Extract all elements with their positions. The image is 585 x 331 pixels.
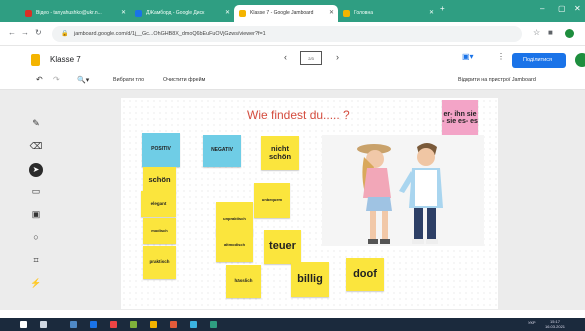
app-icon[interactable] [210, 321, 217, 328]
avatar[interactable] [575, 53, 585, 67]
close-icon[interactable]: ✕ [225, 9, 230, 16]
minimize-icon[interactable]: – [540, 4, 544, 13]
redo-icon[interactable]: ↷ [53, 75, 60, 84]
new-tab-icon[interactable]: + [440, 4, 445, 13]
sticky-note-icon[interactable]: ▭ [27, 186, 45, 202]
bookmark-star-icon[interactable]: ☆ [533, 28, 540, 37]
next-frame-icon[interactable]: › [336, 52, 339, 62]
edge-browser-icon[interactable] [90, 321, 97, 328]
profile-icon[interactable] [565, 29, 574, 38]
sticky-note-altmodisch[interactable]: altmodisch [216, 228, 253, 262]
document-title[interactable]: Klasse 7 [50, 55, 81, 64]
sticky-note-teuer[interactable]: teuer [264, 230, 301, 264]
tab-title: Відео - tanyahushko@ukr.n... [36, 10, 102, 16]
sticky-note-elegant[interactable]: elegant [141, 191, 176, 217]
sticky-note-billig[interactable]: billig [291, 262, 329, 297]
close-icon[interactable]: ✕ [329, 9, 334, 16]
chrome-icon[interactable] [150, 321, 157, 328]
sticky-note-haesslich[interactable]: hässlich [226, 265, 261, 298]
eraser-icon[interactable]: ⌫ [27, 141, 45, 157]
app-icon[interactable] [110, 321, 117, 328]
clear-frame-button[interactable]: Очистити фрейм [163, 77, 205, 83]
browser-tab[interactable]: Відео - tanyahushko@ukr.n... ✕ [20, 5, 130, 22]
reload-icon[interactable]: ↻ [35, 28, 42, 37]
share-button[interactable]: Поділитися [512, 53, 566, 68]
sticky-note-praktisch[interactable]: praktisch [143, 246, 176, 279]
app-icon[interactable] [170, 321, 177, 328]
clock-date[interactable]: 16.03.2021 [545, 324, 565, 329]
close-icon[interactable]: ✕ [121, 9, 126, 16]
tab-title: Klasse 7 - Google Jamboard [250, 10, 314, 16]
pen-icon[interactable]: ✎ [27, 118, 45, 134]
teenagers-photo[interactable] [322, 135, 484, 246]
teenagers-illustration [322, 135, 484, 246]
meet-icon[interactable]: ▣▾ [462, 52, 474, 61]
close-icon[interactable]: ✕ [429, 9, 434, 16]
drive-favicon-icon [135, 10, 142, 17]
jam-toolbar: ↶ ↷ 🔍▾ Вибрати тло Очистити фрейм Відкри… [0, 73, 585, 90]
sticky-note-doof[interactable]: doof [346, 258, 384, 291]
app-icon[interactable] [130, 321, 137, 328]
undo-icon[interactable]: ↶ [36, 75, 43, 84]
sticky-note-nicht-schoen[interactable]: nicht schön [261, 136, 299, 170]
language-indicator[interactable]: УКР [528, 320, 536, 325]
sticky-note-modisch[interactable]: modisch [143, 218, 176, 244]
lock-icon: 🔒 [61, 31, 69, 37]
back-icon[interactable]: ← [8, 28, 16, 37]
image-icon[interactable]: ▣ [27, 209, 45, 225]
home-favicon-icon [343, 10, 350, 17]
set-background-button[interactable]: Вибрати тло [113, 77, 144, 83]
forward-icon[interactable]: → [21, 28, 29, 37]
tab-title: Головна [354, 10, 373, 16]
open-on-device-link[interactable]: Відкрити на пристрої Jamboard [458, 77, 536, 83]
browser-tab[interactable]: ДЖамборд - Google Диск ✕ [130, 5, 234, 22]
url-text: jamboard.google.com/d/1j__Gc...OhGHB8X_d… [74, 31, 266, 37]
zoom-icon[interactable]: 🔍▾ [77, 76, 89, 84]
jamboard-logo-icon[interactable] [31, 54, 40, 66]
app-icon[interactable] [190, 321, 197, 328]
text-box-icon[interactable]: ⌗ [27, 255, 45, 271]
jamboard-favicon-icon [239, 10, 246, 17]
tool-sidebar: ✎ ⌫ ➤ ▭ ▣ ○ ⌗ ⚡ [27, 118, 45, 292]
close-window-icon[interactable]: ✕ [574, 4, 581, 13]
sticky-note-schoen[interactable]: schön [143, 167, 176, 193]
os-taskbar: УКР 15:17 16.03.2021 [0, 318, 585, 331]
board-heading[interactable]: Wie findest du..... ? [247, 108, 350, 122]
laser-icon[interactable]: ⚡ [27, 278, 45, 294]
sticky-note-unbequem[interactable]: unbequem [254, 183, 290, 218]
sticky-note-negativ[interactable]: NEGATIV [203, 135, 241, 167]
frame-counter: 2/3 [308, 56, 314, 61]
circle-shape-icon[interactable]: ○ [27, 232, 45, 248]
browser-tab[interactable]: Головна ✕ [338, 5, 438, 22]
mail-favicon-icon [25, 10, 32, 17]
address-bar-row: ← → ↻ 🔒 jamboard.google.com/d/1j__Gc...O… [0, 22, 585, 46]
tab-title: ДЖамборд - Google Диск [146, 10, 205, 16]
maximize-icon[interactable]: ▢ [558, 4, 566, 13]
browser-tab-active[interactable]: Klasse 7 - Google Jamboard ✕ [234, 5, 338, 22]
url-input[interactable]: 🔒 jamboard.google.com/d/1j__Gc...OhGHB8X… [52, 26, 522, 42]
more-vert-icon[interactable]: ⋮ [497, 52, 505, 61]
browser-tab-strip: Відео - tanyahushko@ukr.n... ✕ ДЖамборд … [0, 0, 585, 22]
file-explorer-icon[interactable] [70, 321, 77, 328]
select-cursor-icon[interactable]: ➤ [29, 163, 43, 177]
frame-bar-button[interactable]: 2/3 [300, 51, 322, 65]
extensions-icon[interactable]: ■ [548, 28, 553, 37]
task-view-icon[interactable] [40, 321, 47, 328]
sticky-note-positiv[interactable]: POSITIV [142, 133, 180, 167]
windows-start-icon[interactable] [20, 321, 27, 328]
prev-frame-icon[interactable]: ‹ [284, 52, 287, 62]
sticky-note-pronouns[interactable]: er- ihn sie - sie es- es [442, 100, 478, 136]
